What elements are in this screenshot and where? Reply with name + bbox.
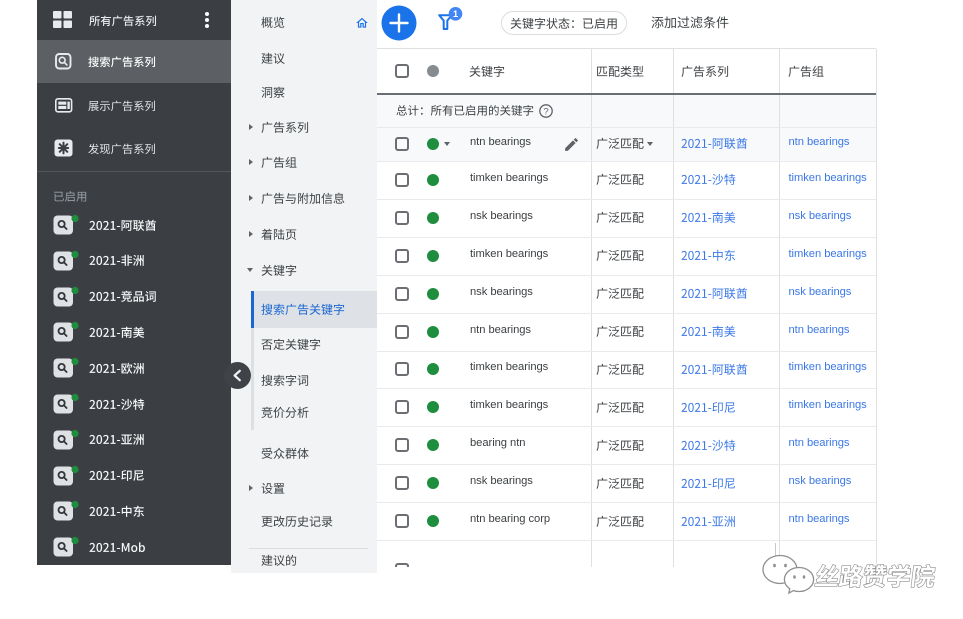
svg-text:1: 1 [453,9,459,20]
svg-text:?: ? [543,106,548,117]
